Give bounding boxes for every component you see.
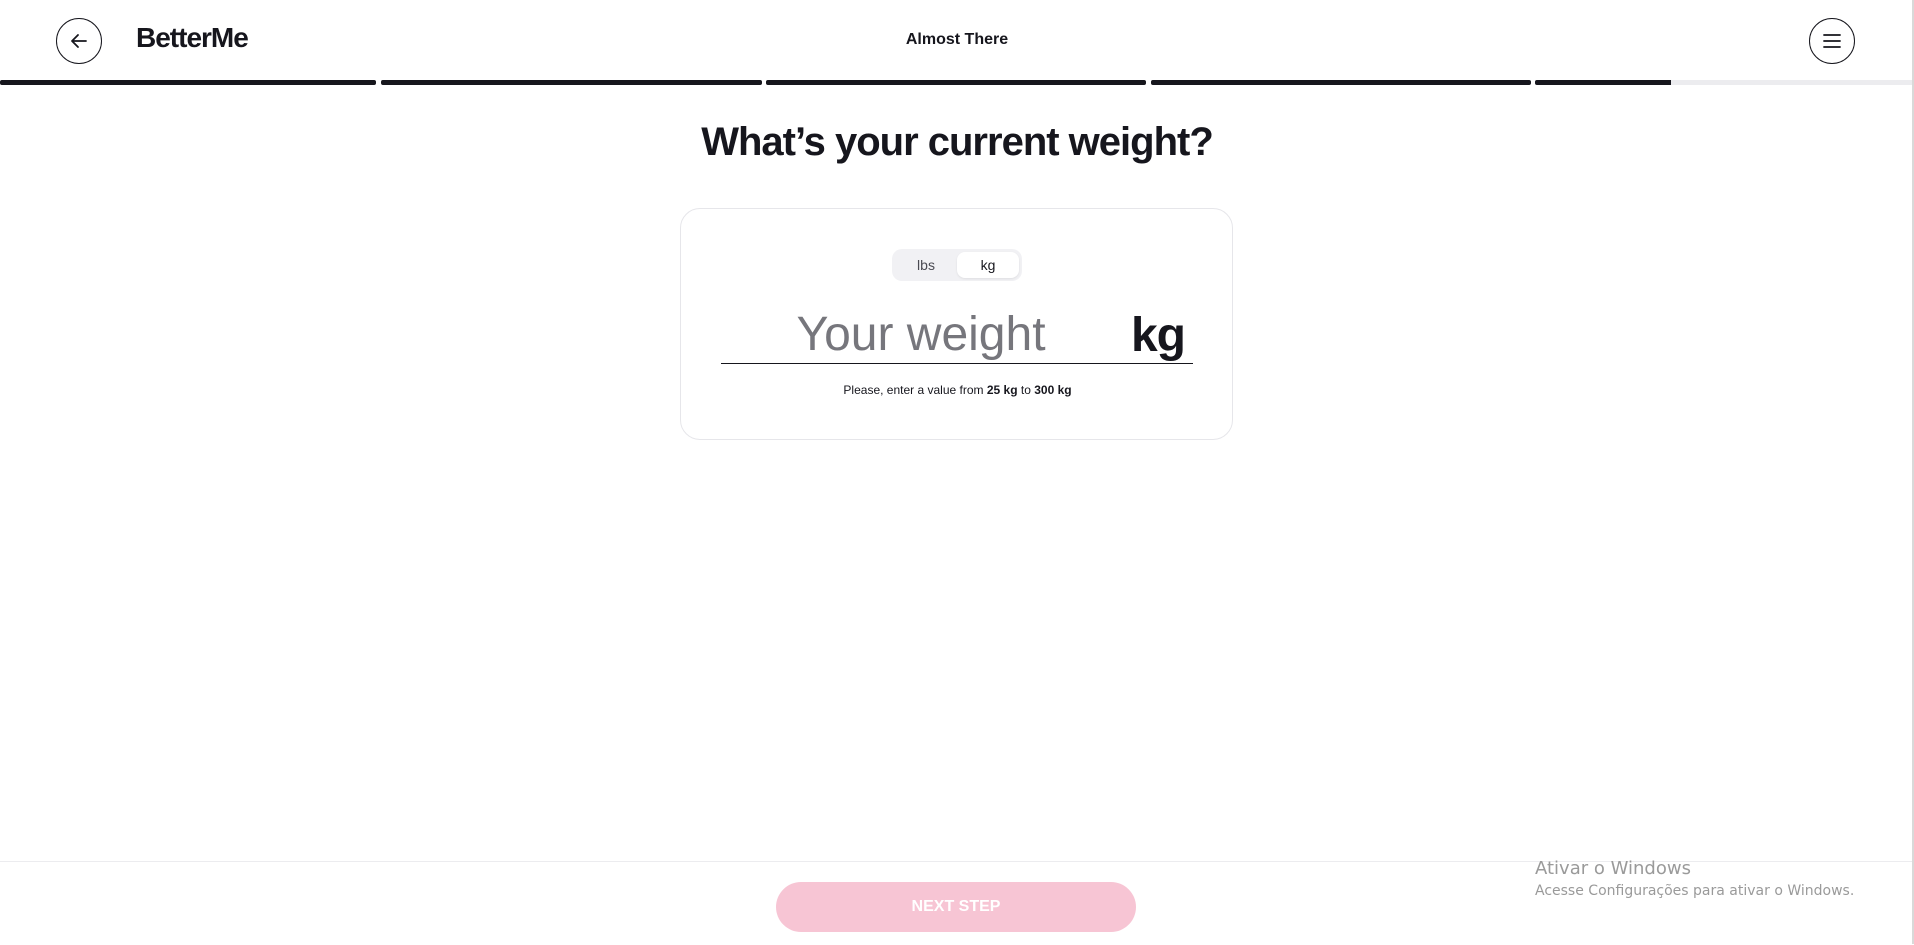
unit-toggle: lbs kg [892, 249, 1022, 281]
progress-segment [1535, 80, 1914, 85]
weight-input[interactable] [721, 305, 1121, 363]
range-hint: Please, enter a value from 25 kg to 300 … [681, 383, 1234, 397]
watermark-subtitle: Acesse Configurações para ativar o Windo… [1535, 883, 1855, 899]
progress-bar [0, 80, 1914, 85]
watermark-title: Ativar o Windows [1535, 858, 1691, 879]
hamburger-menu-icon [1823, 34, 1841, 48]
question-heading: What’s your current weight? [701, 120, 1214, 164]
weight-card: lbs kg kg Please, enter a value from 25 … [680, 208, 1233, 440]
weight-field: kg [721, 305, 1193, 364]
progress-segment [1151, 80, 1531, 85]
hint-middle: to [1017, 383, 1035, 397]
header: BetterMe Almost There [0, 0, 1914, 82]
page-title: Almost There [905, 31, 1009, 48]
progress-segment [766, 80, 1146, 85]
hint-prefix: Please, enter a value from [843, 383, 987, 397]
unit-option-lbs[interactable]: lbs [895, 252, 957, 278]
windows-activation-watermark: Ativar o Windows Acesse Configurações pa… [1535, 858, 1854, 899]
weight-unit-label: kg [1130, 309, 1186, 362]
unit-option-kg[interactable]: kg [957, 252, 1019, 278]
hint-min: 25 kg [986, 383, 1018, 397]
menu-button[interactable] [1809, 18, 1855, 64]
progress-segment [381, 80, 762, 85]
next-step-button[interactable]: NEXT STEP [776, 882, 1136, 932]
hint-max: 300 kg [1034, 383, 1072, 397]
progress-segment [0, 80, 376, 85]
